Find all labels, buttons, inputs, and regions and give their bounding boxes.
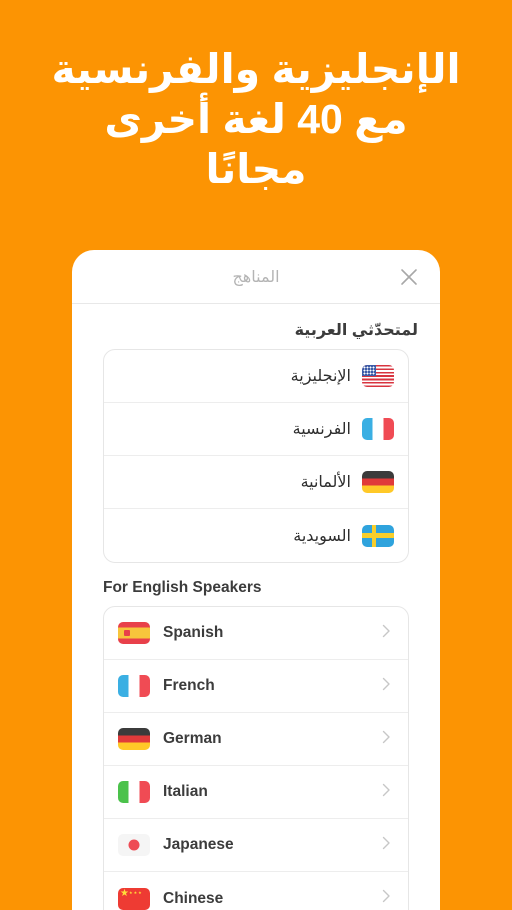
language-label: السويدية: [293, 527, 351, 545]
chevron-right-icon: [378, 782, 394, 803]
language-list-english-speakers: Spanish French German Italian Japanese Chines…: [103, 606, 409, 910]
language-row[interactable]: Chinese: [104, 872, 408, 910]
chevron-right-icon: [378, 888, 394, 909]
section-heading-arabic-speakers: لمتحدّثي العربية: [294, 322, 418, 339]
language-label: Japanese: [163, 836, 234, 853]
language-label: الألمانية: [300, 474, 351, 491]
flag-france-icon: [118, 675, 150, 697]
language-row[interactable]: الفرنسية: [104, 403, 408, 456]
section-heading-english-speakers: For English Speakers: [103, 579, 262, 596]
flag-germany-icon: [118, 728, 150, 750]
flag-united-states-icon: [362, 365, 394, 387]
flag-france-icon: [362, 418, 394, 440]
language-list-arabic-speakers: الإنجليزية الفرنسية الألمانية السويدية: [103, 349, 409, 563]
flag-china-icon: [118, 887, 150, 910]
language-row[interactable]: Spanish: [104, 607, 408, 660]
flag-japan-icon: [118, 834, 150, 856]
course-sections: لمتحدّثي العربية الإنجليزية الفرنسية الألما…: [72, 320, 440, 910]
language-row[interactable]: Italian: [104, 766, 408, 819]
language-row[interactable]: السويدية: [104, 509, 408, 562]
flag-sweden-icon: [362, 524, 394, 547]
language-row[interactable]: الإنجليزية: [104, 350, 408, 403]
language-row[interactable]: German: [104, 713, 408, 766]
chevron-right-icon: [378, 729, 394, 750]
language-label: Chinese: [163, 889, 224, 907]
page-headline: الإنجليزية والفرنسية مع 40 لغة أخرى مجان…: [51, 46, 461, 192]
flag-germany-icon: [362, 471, 394, 493]
chevron-right-icon: [378, 623, 394, 644]
language-label: الفرنسية: [292, 421, 351, 438]
chevron-right-icon: [378, 676, 394, 697]
card-header: المناهج: [72, 250, 440, 304]
flag-italy-icon: [118, 781, 150, 803]
language-label: French: [163, 677, 215, 694]
chevron-right-icon: [378, 835, 394, 856]
page-title: المناهج: [232, 269, 280, 286]
course-picker-card: المناهج لمتحدّثي العربية الإنجليزية الفرنس…: [72, 250, 440, 910]
flag-spain-icon: [118, 622, 150, 644]
close-button[interactable]: [394, 262, 424, 292]
language-row[interactable]: French: [104, 660, 408, 713]
language-row[interactable]: الألمانية: [104, 456, 408, 509]
language-label: Italian: [163, 783, 208, 800]
language-row[interactable]: Japanese: [104, 819, 408, 872]
language-label: German: [163, 730, 222, 747]
language-label: الإنجليزية: [290, 368, 351, 385]
language-label: Spanish: [163, 624, 224, 641]
close-icon: [399, 267, 419, 287]
